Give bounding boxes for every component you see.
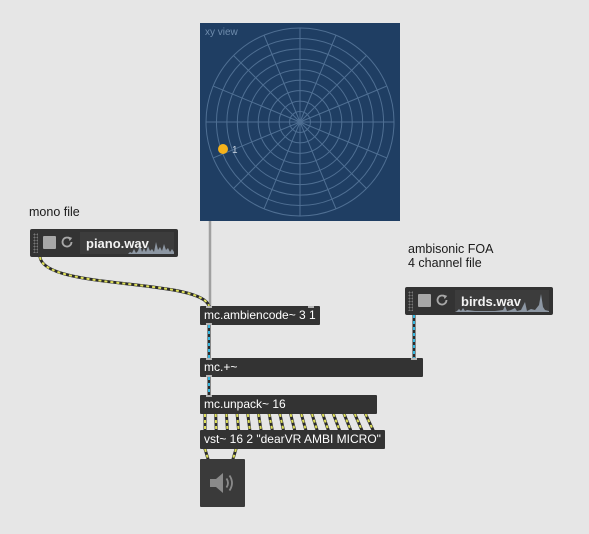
audio-cord <box>225 413 229 431</box>
audio-cord-base <box>321 412 330 432</box>
loop-icon[interactable] <box>435 293 449 307</box>
audio-cord <box>246 413 251 431</box>
source-label: 1 <box>232 145 238 156</box>
file-display[interactable]: birds.wav <box>455 290 549 312</box>
audio-cord-base <box>342 412 353 432</box>
audio-cord-base <box>364 412 375 432</box>
grid-spoke <box>299 55 367 123</box>
comment-mono-file: mono file <box>29 205 80 219</box>
audio-cord <box>311 413 318 431</box>
object-mc-plus[interactable]: mc.+~ <box>200 358 423 377</box>
sfplay-birds[interactable]: birds.wav <box>405 287 553 315</box>
grid-spoke <box>233 55 301 123</box>
audio-cord <box>343 413 352 431</box>
sfplay-piano[interactable]: piano.wav <box>30 229 178 257</box>
object-text: mc.unpack~ 16 <box>204 397 286 411</box>
audio-cord <box>353 413 363 431</box>
audio-cord-base <box>278 412 285 432</box>
audio-cord <box>321 413 330 431</box>
audio-cord <box>289 413 296 431</box>
audio-cord <box>278 413 285 431</box>
audio-cord-base <box>299 412 308 432</box>
xy-view-grid: 1 <box>205 27 395 217</box>
audio-cord-base <box>38 255 211 308</box>
audio-cord <box>268 413 274 431</box>
drag-grip-icon[interactable] <box>408 291 413 311</box>
object-text: vst~ 16 2 "dearVR AMBI MICRO" <box>204 432 381 446</box>
audio-cord-base <box>246 412 252 432</box>
audio-cord <box>300 413 307 431</box>
grid-spoke <box>299 121 367 189</box>
outlet[interactable] <box>206 323 212 325</box>
audio-cord <box>232 448 237 460</box>
file-name-label: birds.wav <box>461 294 521 309</box>
audio-cord-base <box>214 412 218 432</box>
audio-cord <box>214 413 218 431</box>
audio-cord <box>332 413 341 431</box>
audio-cord <box>236 413 240 431</box>
source-point-icon <box>218 144 228 154</box>
audio-cord <box>364 413 374 431</box>
audio-cord-base <box>203 447 210 461</box>
comment-ambisonic-foa: ambisonic FOA <box>408 242 494 256</box>
inlet[interactable] <box>411 358 417 360</box>
file-name-label: piano.wav <box>86 236 149 251</box>
loop-icon[interactable] <box>60 235 74 249</box>
audio-cord-base <box>224 412 229 432</box>
file-display[interactable]: piano.wav <box>80 232 174 254</box>
comment-channel-file: 4 channel file <box>408 256 482 270</box>
stop-icon[interactable] <box>43 236 56 249</box>
outlet[interactable] <box>206 375 212 377</box>
patcher-canvas[interactable]: mono file ambisonic FOA 4 channel file 1… <box>0 0 589 534</box>
grid-spoke <box>233 121 301 189</box>
audio-cord-base <box>353 412 364 432</box>
audio-cord <box>39 256 210 307</box>
object-text: mc.+~ <box>204 360 238 374</box>
xy-view-label: xy view <box>205 27 238 38</box>
object-vst[interactable]: vst~ 16 2 "dearVR AMBI MICRO" <box>200 430 385 449</box>
audio-cord-base <box>257 412 263 432</box>
audio-cord-base <box>289 412 297 432</box>
audio-cord-base <box>331 412 341 432</box>
audio-cord-base <box>310 412 319 432</box>
audio-cord-base <box>231 447 238 461</box>
stop-icon[interactable] <box>418 294 431 307</box>
drag-grip-icon[interactable] <box>33 233 38 253</box>
xy-view[interactable]: 1 xy view <box>200 23 400 221</box>
ezdac-speaker-button[interactable] <box>200 459 245 507</box>
audio-cord-base <box>267 412 274 432</box>
audio-cord-base <box>235 412 241 432</box>
speaker-icon <box>210 473 233 493</box>
audio-cord <box>257 413 262 431</box>
object-text: mc.ambiencode~ 3 1 <box>204 308 316 322</box>
object-mc-ambiencode[interactable]: mc.ambiencode~ 3 1 <box>200 306 320 325</box>
object-mc-unpack[interactable]: mc.unpack~ 16 <box>200 395 377 414</box>
audio-cord <box>204 448 209 460</box>
